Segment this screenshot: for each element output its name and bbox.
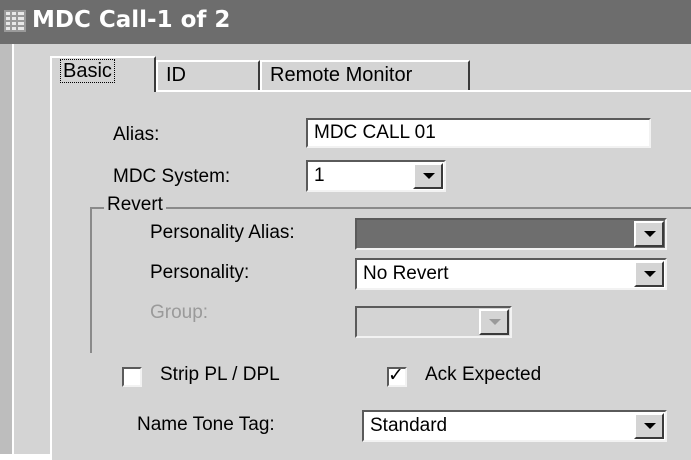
name-tone-tag-select[interactable]: Standard — [362, 410, 667, 442]
mdc-system-label: MDC System: — [113, 166, 231, 187]
personality-value: No Revert — [363, 263, 449, 284]
personality-alias-label: Personality Alias: — [150, 222, 295, 243]
tab-basic-label: Basic — [60, 59, 115, 83]
revert-group-label: Revert — [104, 194, 166, 216]
personality-select[interactable]: No Revert — [355, 258, 667, 290]
name-tone-tag-label: Name Tone Tag: — [137, 414, 275, 435]
tab-remote-monitor[interactable]: Remote Monitor — [260, 60, 470, 90]
strip-pl-label: Strip PL / DPL — [160, 364, 280, 385]
ack-expected-label: Ack Expected — [425, 364, 542, 385]
chevron-down-icon[interactable] — [634, 413, 664, 439]
grid-window-icon — [4, 10, 26, 32]
personality-label: Personality: — [150, 262, 250, 283]
personality-alias-select[interactable] — [355, 218, 667, 250]
title-bar: MDC Call-1 of 2 — [0, 0, 691, 44]
tab-id-label: ID — [166, 64, 186, 86]
alias-field[interactable]: MDC CALL 01 — [306, 118, 651, 148]
strip-pl-checkbox[interactable] — [122, 367, 142, 387]
chevron-down-icon[interactable] — [413, 163, 443, 189]
tab-id[interactable]: ID — [156, 60, 260, 90]
mdc-system-value: 1 — [314, 165, 325, 186]
mdc-system-select[interactable]: 1 — [306, 160, 446, 192]
ack-expected-checkbox[interactable]: ✓ — [387, 364, 407, 387]
tab-remote-monitor-label: Remote Monitor — [270, 64, 413, 86]
window-border — [0, 44, 14, 454]
group-label: Group: — [150, 302, 209, 323]
window-title: MDC Call-1 of 2 — [32, 7, 231, 33]
group-select — [355, 306, 512, 338]
chevron-down-icon[interactable] — [634, 221, 664, 247]
chevron-down-icon[interactable] — [634, 261, 664, 287]
chevron-down-icon — [479, 309, 509, 335]
checkmark-icon: ✓ — [388, 364, 404, 386]
name-tone-tag-value: Standard — [370, 415, 448, 436]
alias-label: Alias: — [113, 124, 160, 145]
tab-basic[interactable]: Basic — [50, 56, 156, 92]
